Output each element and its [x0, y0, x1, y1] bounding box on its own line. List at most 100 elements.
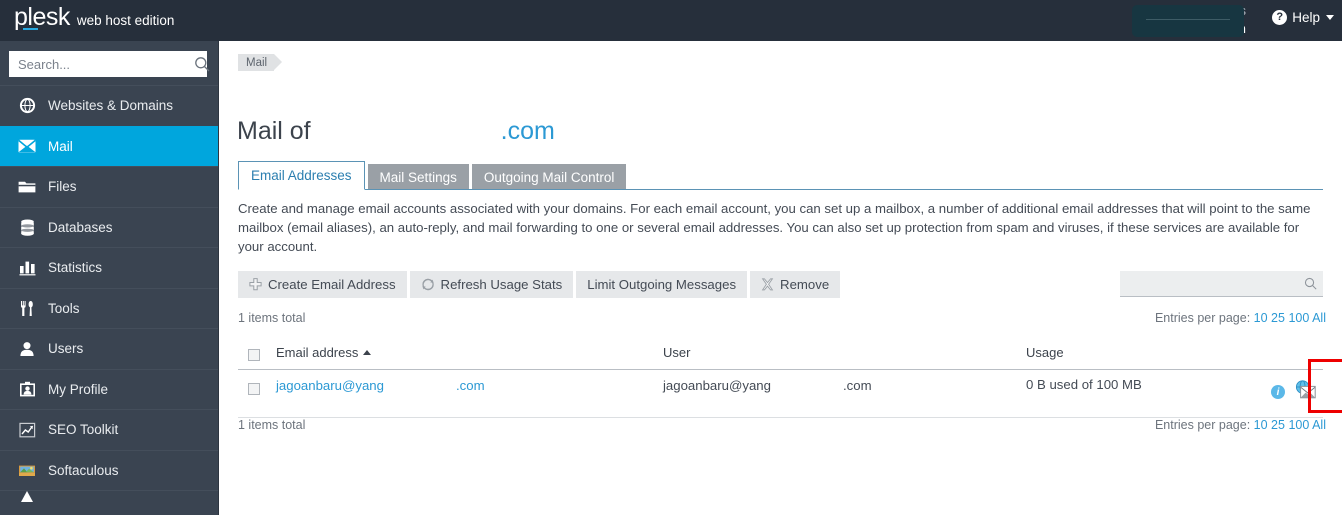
sidebar-item-databases[interactable]: Databases [0, 206, 218, 248]
button-label: Refresh Usage Stats [440, 277, 563, 292]
limit-outgoing-messages-button[interactable]: Limit Outgoing Messages [576, 271, 748, 298]
search-icon [195, 57, 210, 72]
entries-per-page-label: Entries per page: [1154, 311, 1251, 325]
x-cross-icon [761, 278, 774, 291]
tab-outgoing-mail-control[interactable]: Outgoing Mail Control [471, 164, 627, 190]
button-label: Limit Outgoing Messages [587, 277, 737, 292]
envelope-icon [16, 139, 38, 153]
tab-label: Outgoing Mail Control [483, 169, 615, 185]
person-icon [16, 341, 38, 357]
sidebar-item-label: Files [48, 179, 77, 195]
softaculous-box-icon [16, 462, 38, 478]
table-row: jagoanbaru@yang .com jagoanbaru@yang .com … [238, 359, 1342, 418]
entries-per-page-10[interactable]: 10 [1254, 311, 1268, 325]
sidebar-item-label: Databases [48, 219, 113, 235]
profile-card-icon [16, 381, 38, 397]
sort-ascending-icon [363, 350, 372, 355]
refresh-usage-stats-button[interactable]: Refresh Usage Stats [409, 271, 574, 298]
entries-per-page-all[interactable]: All [1312, 311, 1326, 325]
column-label: Usage [1026, 345, 1064, 360]
cell-email-address[interactable]: jagoanbaru@yang .com [276, 378, 485, 393]
sidebar-item-files[interactable]: Files [0, 166, 218, 207]
entries-per-page-25[interactable]: 25 [1271, 418, 1285, 432]
webmail-globe-envelope-icon[interactable] [1294, 380, 1316, 404]
brand-text: plesk [14, 3, 70, 31]
chevron-down-icon [1326, 15, 1334, 20]
globe-icon [16, 97, 38, 114]
page-title: Mail of .com [237, 117, 555, 146]
sidebar-item-seo-toolkit[interactable]: SEO Toolkit [0, 409, 218, 450]
list-search-input[interactable] [1128, 276, 1304, 291]
entries-per-page-25[interactable]: 25 [1271, 311, 1285, 325]
email-prefix: jagoanbaru@yang [276, 378, 384, 393]
create-email-address-button[interactable]: Create Email Address [238, 271, 407, 298]
row-select-checkbox[interactable] [248, 383, 260, 395]
sidebar-search[interactable] [9, 51, 210, 77]
entries-per-page-label: Entries per page: [1154, 418, 1251, 432]
sidebar-item-tools[interactable]: Tools [0, 287, 218, 329]
column-header-usage[interactable]: Usage [1026, 345, 1064, 360]
tools-icon [16, 300, 38, 317]
cell-user: jagoanbaru@yang .com [663, 378, 872, 393]
select-all-checkbox[interactable] [248, 349, 260, 361]
brand-edition-label: web host edition [76, 13, 175, 28]
info-icon[interactable]: i [1271, 385, 1285, 399]
top-header-bar: plesk web host edition Logged in as Webs… [0, 0, 1342, 41]
remove-button[interactable]: Remove [750, 271, 841, 298]
page-description: Create and manage email accounts associa… [238, 201, 1311, 254]
cell-usage: 0 B used of 100 MB [1026, 376, 1142, 394]
sidebar-item-label: My Profile [48, 381, 109, 397]
sidebar-item-label: Tools [48, 300, 80, 316]
table-header: Email address User Usage [238, 341, 1323, 370]
entries-per-page-all[interactable]: All [1312, 418, 1326, 432]
entries-per-page-100[interactable]: 100 [1288, 418, 1309, 432]
list-search-box[interactable] [1120, 271, 1323, 297]
tab-underline [238, 189, 1323, 190]
sidebar-item-label: Softaculous [48, 462, 119, 478]
entries-per-page-100[interactable]: 100 [1288, 311, 1309, 325]
entries-per-page-bottom: Entries per page: 10 25 100 All [1155, 418, 1326, 432]
sidebar-item-users[interactable]: Users [0, 328, 218, 369]
items-total-top: 1 items total [238, 311, 306, 325]
sidebar-item-my-profile[interactable]: My Profile [0, 368, 218, 410]
column-header-user[interactable]: User [663, 345, 690, 360]
line-chart-icon [16, 422, 38, 438]
user-prefix: jagoanbaru@yang [663, 378, 771, 393]
sidebar-item-softaculous[interactable]: Softaculous [0, 449, 218, 491]
tab-bar: Email Addresses Mail Settings Outgoing M… [238, 161, 629, 190]
plesk-logo[interactable]: plesk web host edition [14, 3, 174, 32]
sidebar-item-label: Users [48, 341, 84, 357]
row-action-icons: i [1271, 380, 1316, 404]
search-input[interactable] [18, 56, 194, 72]
tab-label: Email Addresses [251, 168, 352, 183]
main-content: Mail Mail of .com Email Addresses Mail Se… [219, 41, 1342, 515]
brand-name: plesk [14, 3, 70, 32]
items-total-bottom: 1 items total [238, 418, 306, 432]
redacted-username-overlay [1132, 5, 1244, 37]
help-menu-button[interactable]: ? Help [1272, 10, 1334, 25]
help-label: Help [1292, 10, 1320, 25]
partial-icon [16, 491, 38, 502]
bar-chart-icon [16, 260, 38, 276]
question-mark-icon: ? [1272, 10, 1288, 25]
column-header-email-address[interactable]: Email address [276, 345, 372, 360]
column-label: User [663, 345, 691, 360]
breadcrumb[interactable]: Mail [238, 54, 283, 71]
column-label: Email address [276, 345, 359, 360]
sidebar-item-label: Statistics [48, 260, 103, 276]
tab-email-addresses[interactable]: Email Addresses [238, 161, 365, 190]
sidebar-item-websites-domains[interactable]: Websites & Domains [0, 85, 218, 126]
entries-per-page-10[interactable]: 10 [1254, 418, 1268, 432]
sidebar-item-partially-visible[interactable] [0, 490, 218, 502]
sidebar-item-label: Mail [48, 138, 73, 154]
plus-icon [249, 278, 262, 291]
button-label: Remove [780, 277, 830, 292]
search-icon [1304, 277, 1317, 290]
toolbar: Create Email Address Refresh Usage Stats… [238, 271, 841, 298]
tab-label: Mail Settings [379, 169, 457, 185]
sidebar-item-mail[interactable]: Mail [0, 125, 218, 166]
tab-mail-settings[interactable]: Mail Settings [367, 164, 469, 190]
sidebar-item-label: SEO Toolkit [48, 422, 119, 438]
sidebar-item-statistics[interactable]: Statistics [0, 247, 218, 288]
usage-label: 0 B used of 100 MB [1026, 377, 1142, 392]
